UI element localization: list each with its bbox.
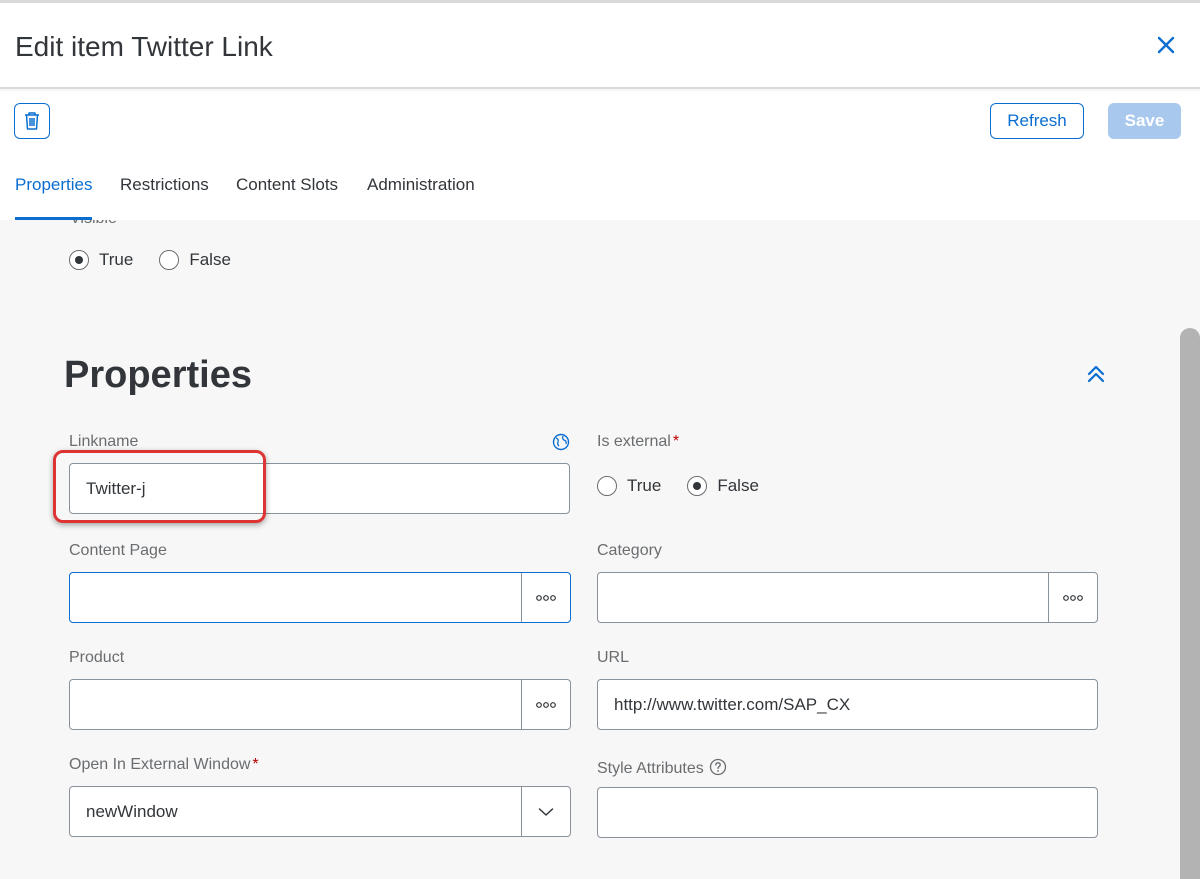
scrollbar[interactable]	[1180, 328, 1200, 879]
tab-restrictions[interactable]: Restrictions	[120, 175, 209, 220]
is-external-radio-group: True False	[597, 476, 785, 496]
product-input[interactable]	[69, 679, 571, 730]
collapse-section-button[interactable]	[1084, 362, 1108, 386]
linkname-label: Linkname	[69, 433, 139, 450]
is-external-label: Is external *	[597, 433, 679, 451]
radio-label: False	[717, 476, 759, 495]
form-content: Visible True False Properties Linkname T…	[0, 220, 1200, 879]
category-label: Category	[597, 542, 662, 559]
tab-content-slots[interactable]: Content Slots	[236, 175, 338, 220]
trash-icon	[25, 112, 39, 130]
content-page-value-help-button[interactable]	[521, 573, 570, 622]
close-button[interactable]	[1154, 33, 1178, 57]
open-in-external-window-label: Open In External Window *	[69, 756, 259, 774]
visible-label: Visible	[70, 220, 117, 228]
is-external-true-option[interactable]: True	[597, 476, 661, 496]
value-help-icon	[1063, 594, 1083, 601]
category-value-help-button[interactable]	[1048, 573, 1097, 622]
radio-label: False	[189, 250, 231, 269]
close-icon	[1157, 36, 1175, 54]
help-icon[interactable]	[709, 758, 727, 776]
tab-administration[interactable]: Administration	[367, 175, 475, 220]
open-in-external-window-select[interactable]: newWindow	[69, 786, 571, 837]
dropdown-button[interactable]	[521, 787, 570, 836]
open-in-external-window-value: newWindow	[86, 801, 178, 821]
radio-unchecked-icon	[597, 476, 617, 496]
radio-checked-icon	[69, 250, 89, 270]
visible-radio-group: True False	[69, 250, 257, 270]
dialog-header: Edit item Twitter Link	[0, 3, 1200, 89]
dialog-title: Edit item Twitter Link	[15, 31, 273, 62]
required-marker: *	[672, 433, 680, 450]
required-marker: *	[252, 756, 259, 773]
save-button[interactable]: Save	[1108, 103, 1181, 139]
product-label: Product	[69, 649, 125, 666]
collapse-icon	[1087, 365, 1105, 383]
radio-label: True	[627, 476, 662, 495]
url-input[interactable]: http://www.twitter.com/SAP_CX	[597, 679, 1098, 730]
content-page-label: Content Page	[69, 542, 167, 559]
dialog-toolbar: Refresh Save Properties Restrictions Con…	[0, 91, 1200, 220]
tab-properties[interactable]: Properties	[15, 175, 93, 220]
product-value-help-button[interactable]	[521, 680, 570, 729]
highlight-annotation	[53, 450, 266, 523]
delete-button[interactable]	[14, 103, 50, 139]
style-attributes-label: Style Attributes	[597, 758, 727, 778]
globe-icon[interactable]	[552, 433, 570, 451]
visible-true-option[interactable]: True	[69, 250, 133, 270]
style-attributes-text: Style Attributes	[597, 760, 704, 777]
scrollbar-thumb[interactable]	[1180, 328, 1200, 879]
style-attributes-input[interactable]	[597, 787, 1098, 838]
url-value: http://www.twitter.com/SAP_CX	[614, 694, 851, 714]
tab-bar: Properties Restrictions Content Slots Ad…	[0, 173, 600, 220]
is-external-text: Is external	[597, 433, 671, 450]
visible-false-option[interactable]: False	[159, 250, 231, 270]
radio-unchecked-icon	[159, 250, 180, 270]
content-page-input[interactable]	[69, 572, 571, 623]
url-label: URL	[597, 649, 630, 666]
refresh-button[interactable]: Refresh	[990, 103, 1084, 139]
section-title: Properties	[64, 354, 252, 396]
radio-checked-icon	[687, 476, 708, 496]
value-help-icon	[536, 701, 556, 708]
category-input[interactable]	[597, 572, 1098, 623]
radio-label: True	[99, 250, 134, 269]
value-help-icon	[536, 594, 556, 601]
chevron-down-icon	[538, 807, 554, 816]
open-in-external-window-text: Open In External Window	[69, 756, 251, 773]
is-external-false-option[interactable]: False	[687, 476, 759, 496]
